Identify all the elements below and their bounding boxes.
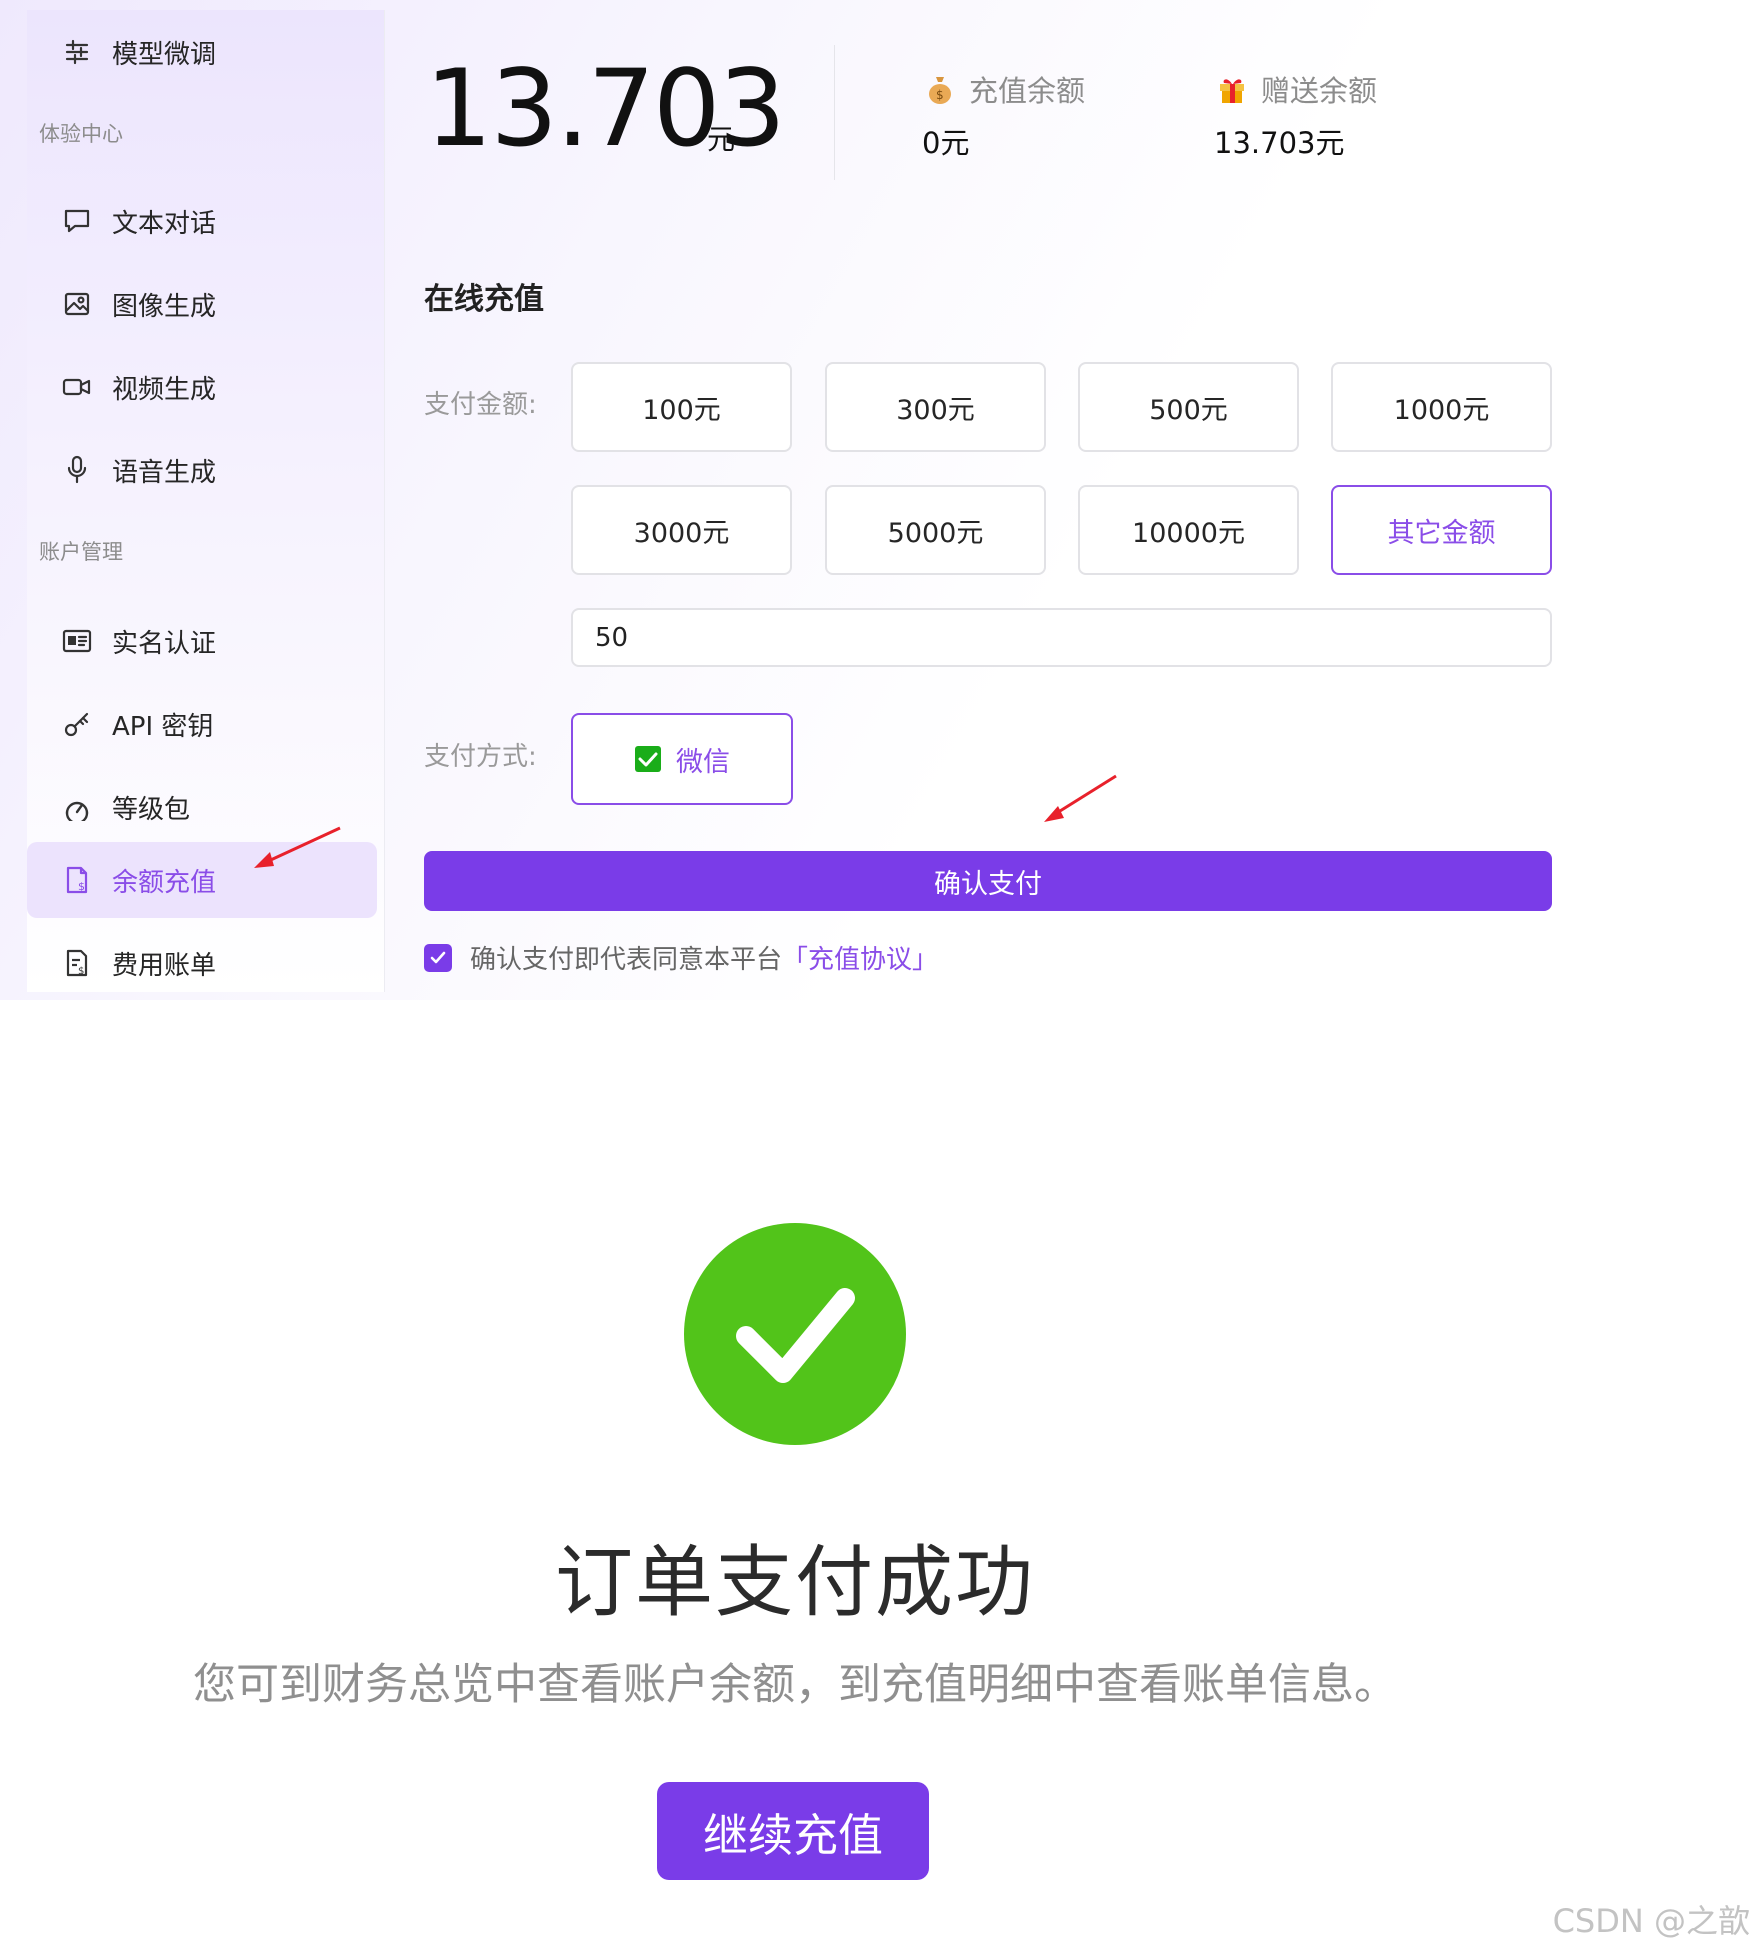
image-icon xyxy=(60,287,94,321)
confirm-payment-button[interactable]: 确认支付 xyxy=(424,851,1552,911)
sidebar-item-label: 余额充值 xyxy=(112,867,217,898)
balance-divider xyxy=(834,45,835,180)
watermark: CSDN @之歆 xyxy=(1552,1902,1750,1940)
amount-option-300[interactable]: 300元 xyxy=(825,362,1046,452)
section-title-experience: 体验中心 xyxy=(39,122,123,146)
sidebar-item-label: 模型微调 xyxy=(112,39,217,70)
wallet-recharge-icon: $ xyxy=(60,863,94,897)
gift-balance-label: 赠送余额 xyxy=(1217,68,1377,110)
microphone-icon xyxy=(60,453,94,487)
payment-method-label: 支付方式: xyxy=(424,742,537,772)
id-card-icon xyxy=(60,624,94,658)
key-icon xyxy=(60,707,94,741)
svg-text:$: $ xyxy=(78,966,84,977)
sidebar-item-label: 图像生成 xyxy=(112,291,217,322)
check-icon xyxy=(430,951,446,963)
amount-option-500[interactable]: 500元 xyxy=(1078,362,1299,452)
payment-method-wechat[interactable]: 微信 xyxy=(571,713,793,805)
recharge-agreement-link[interactable]: 「充值协议」 xyxy=(782,939,938,976)
payment-success-title: 订单支付成功 xyxy=(554,1538,1035,1628)
gift-balance-value: 13.703元 xyxy=(1214,126,1345,160)
sidebar-item-label: 费用账单 xyxy=(112,950,217,981)
sidebar-item-label: API 密钥 xyxy=(112,711,214,742)
annotation-arrow-icon xyxy=(254,826,341,868)
amount-option-other[interactable]: 其它金额 xyxy=(1331,485,1552,575)
svg-text:$: $ xyxy=(936,88,944,102)
recharge-balance-label: $ 充值余额 xyxy=(925,68,1085,110)
agreement-row: 确认支付即代表同意本平台 「充值协议」 xyxy=(424,939,938,976)
custom-amount-input[interactable] xyxy=(571,608,1552,667)
recharge-balance-value: 0元 xyxy=(922,126,970,160)
amount-option-3000[interactable]: 3000元 xyxy=(571,485,792,575)
agreement-text: 确认支付即代表同意本平台 xyxy=(470,945,783,975)
amount-option-100[interactable]: 100元 xyxy=(571,362,792,452)
payment-success-description: 您可到财务总览中查看账户余额，到充值明细中查看账单信息。 xyxy=(193,1660,1397,1710)
wechat-pay-icon xyxy=(634,745,662,773)
section-title-account: 账户管理 xyxy=(39,540,123,564)
amount-label: 支付金额: xyxy=(424,390,537,420)
sidebar-item-billing[interactable]: $ 费用账单 xyxy=(27,925,377,1001)
sidebar-item-label: 等级包 xyxy=(112,794,191,825)
amount-option-1000[interactable]: 1000元 xyxy=(1331,362,1552,452)
bill-icon: $ xyxy=(60,946,94,980)
sidebar-item-api-key[interactable]: API 密钥 xyxy=(27,686,377,762)
chat-bubble-icon xyxy=(60,204,94,238)
success-check-icon xyxy=(684,1223,906,1445)
sidebar-item-real-name[interactable]: 实名认证 xyxy=(27,603,377,679)
sidebar-item-fine-tune[interactable]: 模型微调 xyxy=(27,14,377,90)
sidebar-item-label: 语音生成 xyxy=(112,457,217,488)
amount-option-10000[interactable]: 10000元 xyxy=(1078,485,1299,575)
agreement-checkbox[interactable] xyxy=(424,943,452,972)
annotation-arrow-icon xyxy=(1044,774,1117,822)
online-recharge-title: 在线充值 xyxy=(424,282,544,317)
sidebar-item-label: 文本对话 xyxy=(112,208,217,239)
video-camera-icon xyxy=(60,370,94,404)
sidebar-item-video-gen[interactable]: 视频生成 xyxy=(27,349,377,425)
balance-unit: 元 xyxy=(707,123,736,156)
svg-text:$: $ xyxy=(78,880,85,893)
gauge-icon xyxy=(60,790,94,824)
sidebar-item-label: 视频生成 xyxy=(112,374,217,405)
continue-recharge-button[interactable]: 继续充值 xyxy=(657,1782,929,1880)
amount-option-5000[interactable]: 5000元 xyxy=(825,485,1046,575)
sidebar-item-voice-gen[interactable]: 语音生成 xyxy=(27,432,377,508)
money-bag-icon: $ xyxy=(925,73,955,105)
sliders-icon xyxy=(60,35,94,69)
gift-icon xyxy=(1217,73,1247,105)
sidebar-item-image-gen[interactable]: 图像生成 xyxy=(27,266,377,342)
sidebar-item-label: 实名认证 xyxy=(112,628,217,659)
sidebar-item-text-chat[interactable]: 文本对话 xyxy=(27,183,377,259)
